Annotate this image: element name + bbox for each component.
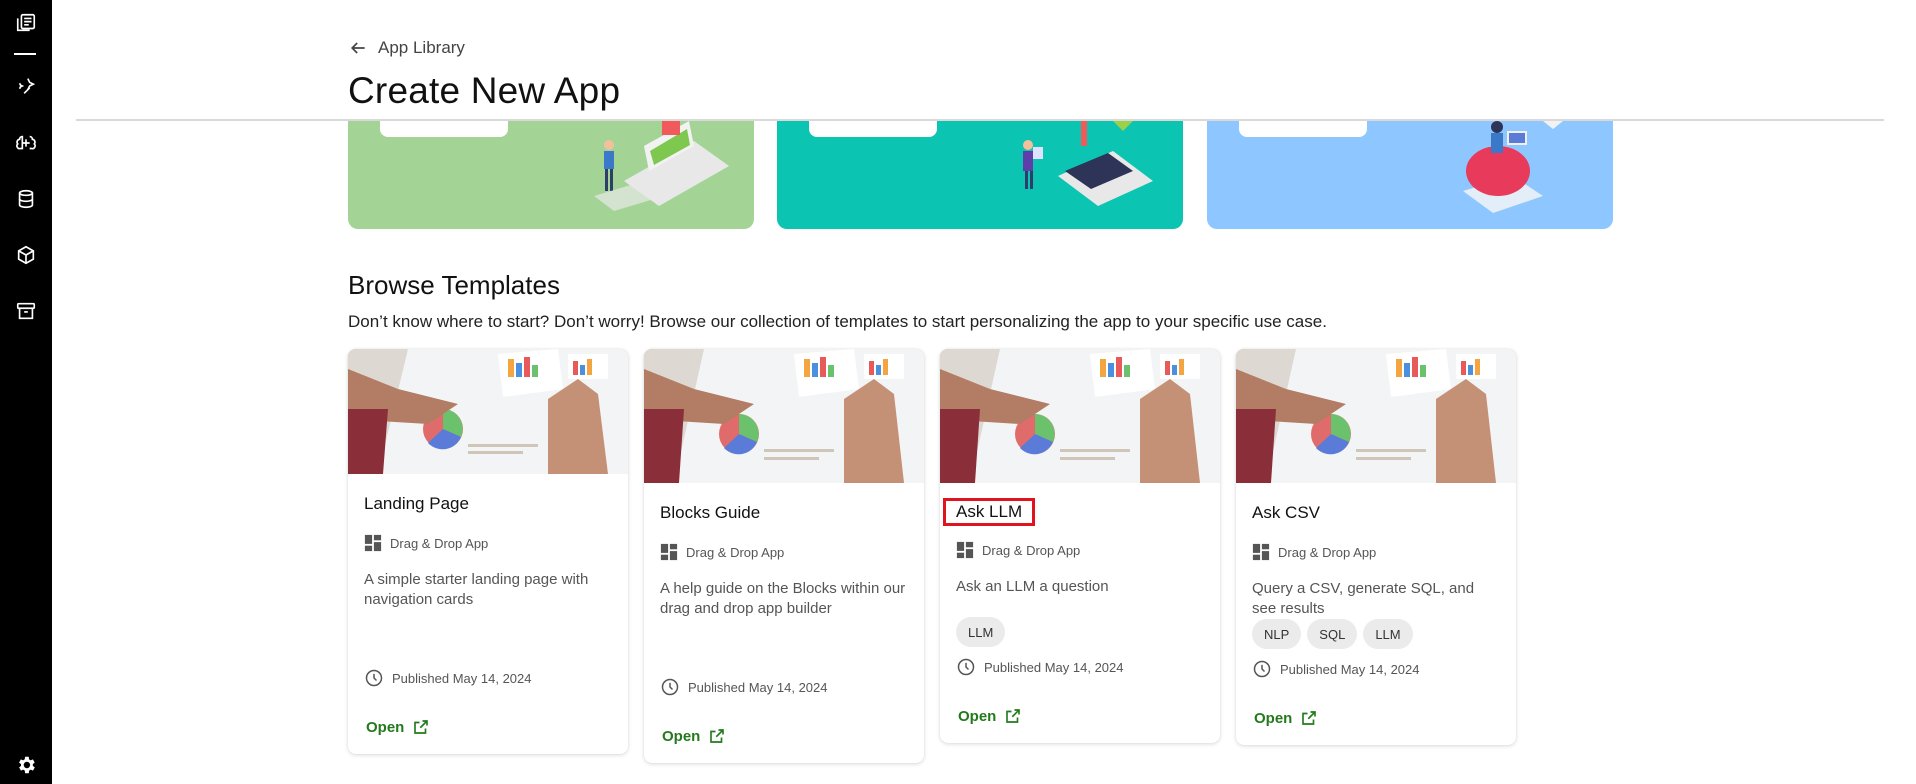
- template-thumbnail: [348, 349, 628, 474]
- template-card-ask-llm[interactable]: Ask LLM Drag & Drop App Ask an LLM a que…: [940, 349, 1220, 743]
- template-tags: [660, 639, 908, 669]
- template-type: Drag & Drop App: [1252, 543, 1500, 561]
- template-tags: [364, 630, 612, 660]
- page-title: Create New App: [348, 70, 621, 111]
- new-app-banner-2[interactable]: [777, 121, 1183, 229]
- tag-chip: LLM: [1363, 619, 1413, 649]
- open-template-button[interactable]: Open: [1252, 709, 1500, 727]
- open-label: Open: [366, 718, 405, 736]
- published-date: Published May 14, 2024: [688, 679, 828, 695]
- arrow-left-icon: [350, 42, 365, 54]
- template-thumbnail: [1236, 349, 1516, 483]
- template-type-label: Drag & Drop App: [1278, 544, 1377, 560]
- template-title[interactable]: Ask CSV: [1252, 501, 1320, 525]
- tag-chip: NLP: [1252, 619, 1302, 649]
- open-label: Open: [1254, 709, 1293, 727]
- template-description: Ask an LLM a question: [956, 578, 1109, 595]
- new-app-options: [348, 121, 1613, 229]
- template-type: Drag & Drop App: [956, 541, 1204, 559]
- external-link-icon: [414, 720, 429, 734]
- template-description: Query a CSV, generate SQL, and see resul…: [1252, 580, 1475, 617]
- published-date: Published May 14, 2024: [1280, 661, 1420, 677]
- dashboard-grid-icon: [956, 541, 974, 559]
- brain-icon[interactable]: [13, 130, 39, 156]
- dashboard-grid-icon: [1252, 543, 1270, 561]
- open-label: Open: [958, 707, 997, 725]
- browse-templates-description: Don’t know where to start? Don’t worry! …: [348, 312, 1327, 331]
- back-link-label: App Library: [378, 38, 465, 57]
- laptop-illustration-icon: [594, 121, 729, 211]
- external-link-icon: [710, 729, 725, 743]
- tablet-illustration-icon: [1023, 121, 1153, 206]
- dashboard-grid-icon: [364, 534, 382, 552]
- archive-icon[interactable]: [13, 298, 39, 324]
- sparkle-icon[interactable]: [13, 73, 39, 99]
- browse-templates-heading: Browse Templates: [348, 270, 560, 300]
- dashboard-grid-icon: [660, 543, 678, 561]
- tag-chip: LLM: [956, 617, 1006, 647]
- clock-icon: [1253, 660, 1271, 678]
- template-published: Published May 14, 2024: [956, 657, 1204, 677]
- published-date: Published May 14, 2024: [984, 659, 1124, 675]
- template-card-landing-page[interactable]: Landing Page Drag & Drop App A simple st…: [348, 349, 628, 754]
- new-app-banner-1[interactable]: [348, 121, 754, 229]
- template-tags: LLM: [956, 617, 1204, 647]
- external-link-icon: [1302, 711, 1317, 725]
- open-template-button[interactable]: Open: [660, 727, 908, 745]
- beanbag-illustration-icon: [1463, 121, 1563, 213]
- template-description: A simple starter landing page with navig…: [364, 571, 589, 608]
- banner-label-pill: [1239, 121, 1367, 137]
- open-template-button[interactable]: Open: [956, 707, 1204, 725]
- template-tags: NLP SQL LLM: [1252, 619, 1500, 649]
- settings-icon[interactable]: [13, 752, 39, 778]
- open-template-button[interactable]: Open: [364, 718, 612, 736]
- template-type-label: Drag & Drop App: [982, 542, 1081, 558]
- template-thumbnail: [644, 349, 924, 483]
- template-description: A help guide on the Blocks within our dr…: [660, 580, 906, 617]
- template-published: Published May 14, 2024: [660, 677, 908, 697]
- template-thumbnail: [940, 349, 1220, 483]
- banner-label-pill: [380, 121, 508, 137]
- template-card-blocks-guide[interactable]: Blocks Guide Drag & Drop App A help guid…: [644, 349, 924, 763]
- new-app-banner-3[interactable]: [1207, 121, 1613, 229]
- template-type-label: Drag & Drop App: [390, 535, 489, 551]
- tag-chip: SQL: [1307, 619, 1358, 649]
- clock-icon: [957, 658, 975, 676]
- template-title[interactable]: Ask LLM: [942, 498, 1036, 526]
- template-type-label: Drag & Drop App: [686, 544, 785, 560]
- external-link-icon: [1006, 709, 1021, 723]
- template-card-ask-csv[interactable]: Ask CSV Drag & Drop App Query a CSV, gen…: [1236, 349, 1516, 745]
- open-label: Open: [662, 727, 701, 745]
- template-type: Drag & Drop App: [660, 543, 908, 561]
- banner-label-pill: [809, 121, 937, 137]
- library-icon[interactable]: [13, 10, 39, 36]
- published-date: Published May 14, 2024: [392, 670, 532, 686]
- clock-icon: [661, 678, 679, 696]
- database-icon[interactable]: [13, 186, 39, 212]
- cube-icon[interactable]: [13, 242, 39, 268]
- template-title[interactable]: Blocks Guide: [660, 501, 760, 525]
- back-to-app-library-link[interactable]: App Library: [348, 38, 465, 58]
- template-published: Published May 14, 2024: [364, 668, 612, 688]
- template-title[interactable]: Landing Page: [364, 492, 469, 516]
- left-sidebar: [0, 0, 52, 784]
- clock-icon: [365, 669, 383, 687]
- template-type: Drag & Drop App: [364, 534, 612, 552]
- template-published: Published May 14, 2024: [1252, 659, 1500, 679]
- sidebar-divider: [14, 53, 36, 55]
